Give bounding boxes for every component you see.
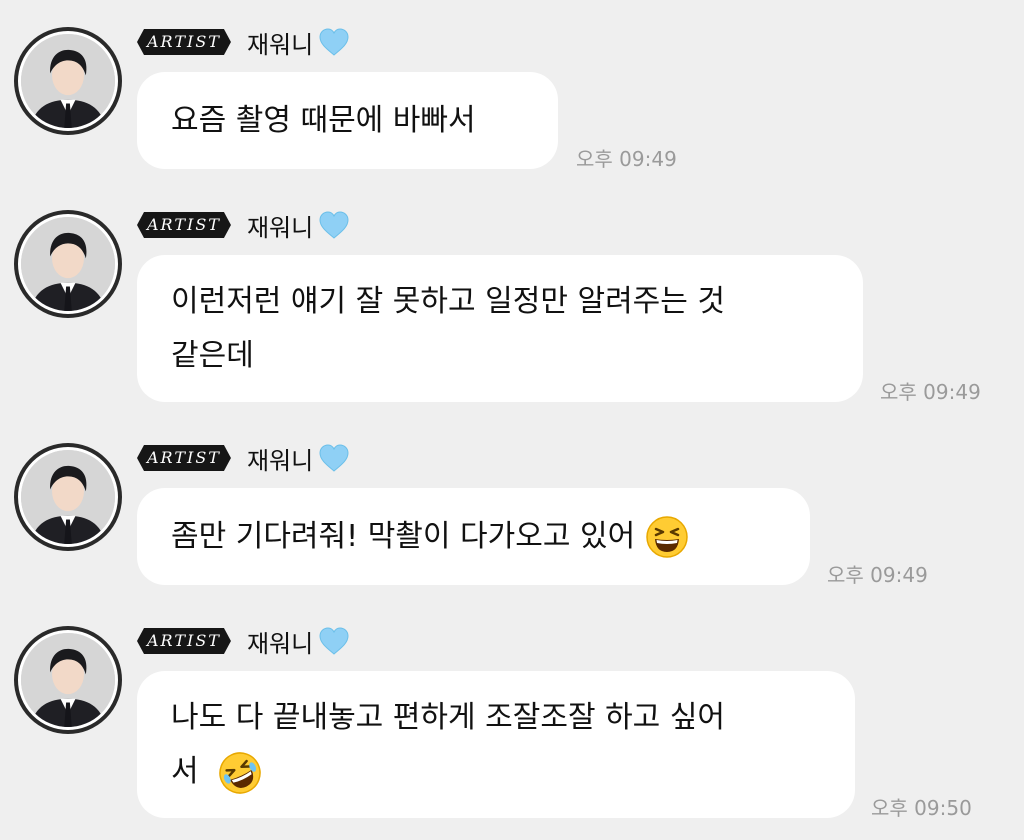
message-text: 서 [171,754,199,789]
sender-name[interactable]: 재워니 [247,441,349,476]
grinning-squinting-face-emoji-icon [646,515,688,558]
message-bubble[interactable]: 이런저런 얘기 잘 못하고 일정만 알려주는 것 같은데 [137,255,863,402]
chat-view: ARTIST 재워니 요즘 촬영 때문에 바빠서 오후 09:49 ARTIST… [0,0,1024,840]
artist-badge: ARTIST [137,29,231,55]
sender-name[interactable]: 재워니 [247,624,349,659]
sender-name-label: 재워니 [246,629,314,658]
message-timestamp: 오후 09:49 [827,563,928,587]
message-timestamp: 오후 09:50 [871,796,972,820]
light-blue-heart-icon [319,211,349,239]
message-header: ARTIST 재워니 [137,624,349,659]
message-text: 좀만 기다려줘! 막촬이 다가오고 있어 [171,518,636,554]
avatar-photo-icon [21,217,115,311]
avatar[interactable] [14,210,122,318]
avatar-photo-icon [21,633,115,727]
sender-name-label: 재워니 [246,30,314,59]
message-bubble[interactable]: 요즘 촬영 때문에 바빠서 [137,72,558,169]
sender-name-label: 재워니 [246,446,314,475]
message-text-line: 이런저런 얘기 잘 못하고 일정만 알려주는 것 [171,284,726,319]
message-bubble[interactable]: 좀만 기다려줘! 막촬이 다가오고 있어 [137,488,810,585]
avatar[interactable] [14,443,122,551]
artist-badge: ARTIST [137,212,231,238]
message-bubble[interactable]: 나도 다 끝내놓고 편하게 조잘조잘 하고 싶어 서 [137,671,855,818]
light-blue-heart-icon [319,627,349,655]
message-header: ARTIST 재워니 [137,25,349,60]
message-text-line-with-emoji: 서 [171,745,821,799]
message-header: ARTIST 재워니 [137,208,349,243]
rolling-on-floor-laughing-emoji-icon [219,751,261,794]
light-blue-heart-icon [319,444,349,472]
message-timestamp: 오후 09:49 [576,147,677,171]
light-blue-heart-icon [319,28,349,56]
message-text-line: 같은데 [171,338,254,373]
avatar[interactable] [14,626,122,734]
avatar-photo-icon [21,34,115,128]
avatar[interactable] [14,27,122,135]
message-timestamp: 오후 09:49 [880,380,981,404]
message-text: 요즘 촬영 때문에 바빠서 [171,102,476,138]
artist-badge: ARTIST [137,445,231,471]
avatar-photo-icon [21,450,115,544]
message-text-line: 나도 다 끝내놓고 편하게 조잘조잘 하고 싶어 [171,700,726,735]
sender-name[interactable]: 재워니 [247,25,349,60]
message-header: ARTIST 재워니 [137,441,349,476]
artist-badge: ARTIST [137,628,231,654]
sender-name-label: 재워니 [246,213,314,242]
sender-name[interactable]: 재워니 [247,208,349,243]
